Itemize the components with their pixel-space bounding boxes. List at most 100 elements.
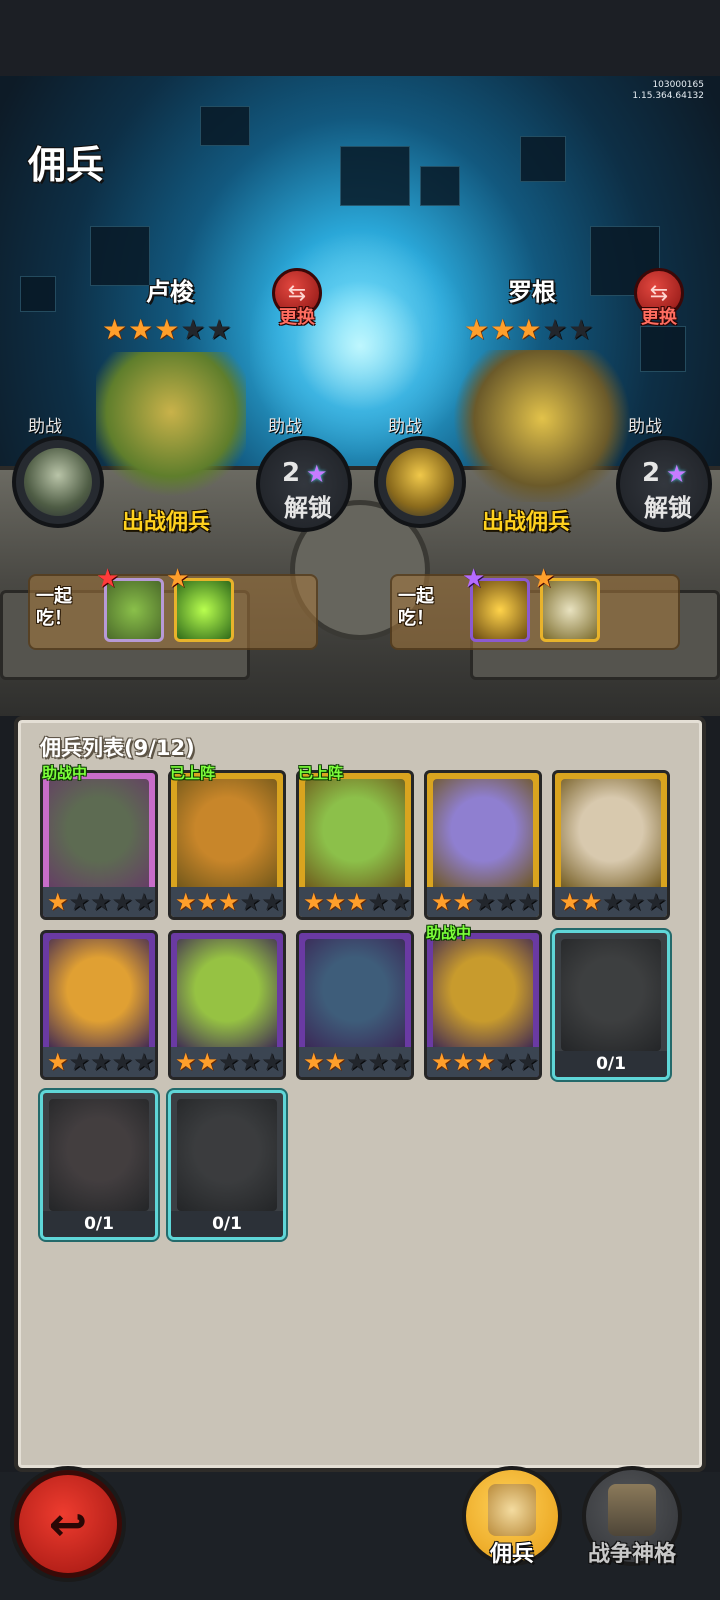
- bg-cube: [20, 276, 56, 312]
- star-empty-icon: ★: [90, 1048, 112, 1076]
- star-filled-icon: ★: [431, 888, 453, 916]
- bg-cube: [340, 146, 410, 206]
- mercenary-card[interactable]: ★ ★ ★ ★ ★: [40, 770, 158, 920]
- star-filled-icon: ★: [464, 313, 490, 346]
- mercenary-stars: ★ ★ ★ ★ ★: [171, 1047, 283, 1077]
- star-empty-icon: ★: [474, 888, 496, 916]
- mercenary-card[interactable]: ★ ★ ★ ★ ★: [296, 770, 414, 920]
- feed-label-line1: 一起: [398, 586, 434, 607]
- version-number: 1.15.364.64132: [632, 91, 704, 101]
- mercenary-stars: ★ ★ ★ ★ ★: [427, 887, 539, 917]
- feed-label-line2: 吃！: [36, 608, 72, 629]
- slot-2-hero-art[interactable]: [452, 350, 632, 502]
- star-empty-icon: ★: [495, 888, 518, 916]
- mercenary-portrait: [305, 939, 405, 1051]
- feed-label-line1: 一起: [36, 586, 72, 607]
- slot-1-deploy-label: 出战佣兵: [122, 510, 211, 535]
- mercenary-card[interactable]: 0/1: [40, 1090, 158, 1240]
- slot-2-stars: ★ ★ ★ ★ ★: [464, 316, 594, 344]
- star-empty-icon: ★: [133, 1048, 155, 1076]
- star-filled-icon: ★: [303, 888, 325, 916]
- mercenary-card[interactable]: ★ ★ ★ ★ ★: [168, 930, 286, 1080]
- slot-2-assist-label: 助战: [388, 417, 422, 437]
- slot-1-assist-2-unlock-button[interactable]: 2 ★ 解锁: [256, 436, 352, 532]
- mercenary-portrait: [561, 779, 661, 891]
- nav-war-relics-button[interactable]: 战争神格: [576, 1466, 688, 1586]
- slot-1-feed-label: 一起 吃！: [36, 586, 72, 630]
- slot-1-swap-button[interactable]: ⇆ 更换: [268, 268, 326, 332]
- mercenary-card[interactable]: ★ ★ ★ ★ ★: [296, 930, 414, 1080]
- slot-1-hero-art[interactable]: [96, 352, 246, 502]
- star-empty-icon: ★: [367, 888, 390, 916]
- mercenary-stars: ★ ★ ★ ★ ★: [299, 887, 411, 917]
- star-empty-icon: ★: [542, 313, 568, 346]
- nav-war-relics-label: 战争神格: [587, 1542, 676, 1567]
- mercenary-portrait: [177, 939, 277, 1051]
- bg-cube: [90, 226, 150, 286]
- star-empty-icon: ★: [68, 1048, 91, 1076]
- mercenary-stars: ★ ★ ★ ★ ★: [43, 1047, 155, 1077]
- mercenary-status-tag: 助战中: [426, 924, 472, 942]
- assist-hero-image: [386, 448, 454, 516]
- star-empty-icon: ★: [367, 1048, 390, 1076]
- unlock-cost: 2: [282, 458, 301, 488]
- star-filled-icon: ★: [102, 313, 128, 346]
- star-empty-icon: ★: [261, 888, 283, 916]
- mercenary-card[interactable]: 0/1: [168, 1090, 286, 1240]
- star-empty-icon: ★: [517, 1048, 539, 1076]
- mercenary-portrait: [561, 939, 661, 1051]
- mercenary-portrait: [305, 779, 405, 891]
- star-filled-icon: ★: [324, 1048, 347, 1076]
- bg-cube: [420, 166, 460, 206]
- orange-star-icon: ★: [532, 564, 556, 594]
- star-empty-icon: ★: [239, 1048, 262, 1076]
- star-filled-icon: ★: [47, 1048, 69, 1076]
- purple-star-icon: ★: [462, 564, 486, 594]
- bg-cube: [640, 326, 686, 372]
- back-button[interactable]: ↩: [14, 1470, 122, 1578]
- version-label: 103000165 1.15.364.64132: [632, 80, 704, 102]
- feed-label-line2: 吃！: [398, 608, 434, 629]
- mercenary-portrait: [433, 779, 533, 891]
- bg-cube: [200, 106, 250, 146]
- star-empty-icon: ★: [111, 888, 134, 916]
- slot-1-assist-label: 助战: [28, 417, 62, 437]
- mercenary-card[interactable]: ★ ★ ★ ★ ★: [168, 770, 286, 920]
- mercenary-card[interactable]: ★ ★ ★ ★ ★: [424, 930, 542, 1080]
- star-filled-icon: ★: [559, 888, 581, 916]
- status-bar: [0, 0, 720, 76]
- mercenary-portrait: [433, 939, 533, 1051]
- mercenary-card[interactable]: ★ ★ ★ ★ ★: [40, 930, 158, 1080]
- mercenary-list-title: 佣兵列表(9/12): [40, 736, 195, 760]
- mercenary-card[interactable]: ★ ★ ★ ★ ★: [424, 770, 542, 920]
- nav-mercenary-button[interactable]: 佣兵: [456, 1466, 568, 1586]
- build-number: 103000165: [652, 80, 704, 90]
- slot-1-assist-portrait[interactable]: [12, 436, 104, 528]
- star-filled-icon: ★: [474, 1048, 496, 1076]
- slot-2-assist-portrait[interactable]: [374, 436, 466, 528]
- star-filled-icon: ★: [175, 1048, 197, 1076]
- mercenary-status-tag: 已上阵: [298, 764, 344, 782]
- star-empty-icon: ★: [218, 1048, 240, 1076]
- unlock-label: 解锁: [644, 494, 692, 522]
- star-empty-icon: ★: [133, 888, 155, 916]
- mercenary-card[interactable]: ★ ★ ★ ★ ★: [552, 770, 670, 920]
- star-gem-icon: ★: [666, 460, 688, 488]
- shard-progress: 0/1: [555, 1051, 667, 1077]
- slot-2-deploy-label: 出战佣兵: [482, 510, 571, 535]
- star-empty-icon: ★: [568, 313, 594, 346]
- mercenary-stars: ★ ★ ★ ★ ★: [43, 887, 155, 917]
- slot-2-swap-button[interactable]: ⇆ 更换: [630, 268, 688, 332]
- mercenary-status-tag: 助战中: [42, 764, 88, 782]
- mercenary-stars: ★ ★ ★ ★ ★: [171, 887, 283, 917]
- mercenary-portrait: [49, 939, 149, 1051]
- mercenary-card[interactable]: 0/1: [552, 930, 670, 1080]
- unlock-label: 解锁: [284, 494, 332, 522]
- star-empty-icon: ★: [389, 888, 411, 916]
- star-filled-icon: ★: [324, 888, 347, 916]
- star-empty-icon: ★: [517, 888, 539, 916]
- slot-2-assist-2-unlock-button[interactable]: 2 ★ 解锁: [616, 436, 712, 532]
- star-filled-icon: ★: [516, 313, 542, 346]
- star-empty-icon: ★: [623, 888, 646, 916]
- star-empty-icon: ★: [111, 1048, 134, 1076]
